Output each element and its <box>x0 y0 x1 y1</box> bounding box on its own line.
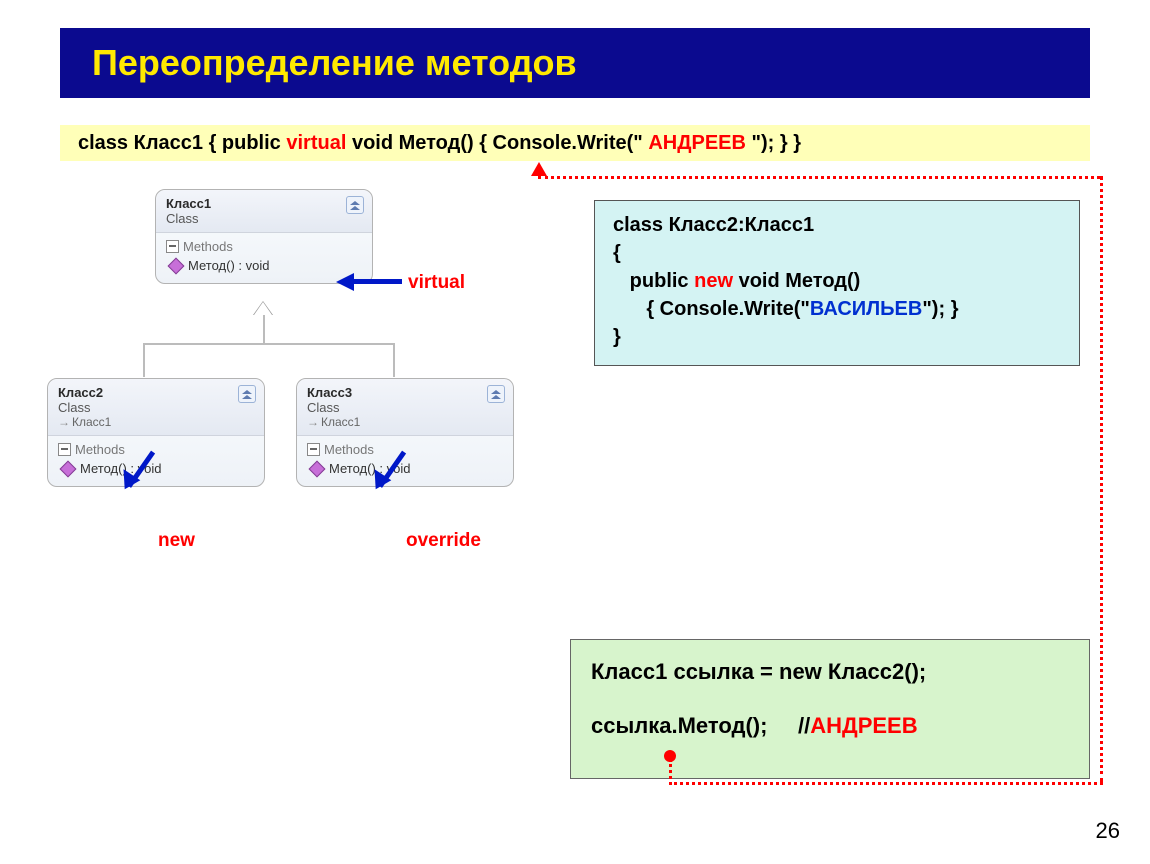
uml-header: Класс3 Class →Класс1 <box>297 379 513 436</box>
method-icon <box>60 461 77 478</box>
methods-label: Methods <box>324 442 374 457</box>
class-sublabel: Class <box>58 400 254 415</box>
literal-andreev: АНДРЕЕВ <box>648 132 746 154</box>
uml-line <box>263 315 265 343</box>
uml-line <box>143 343 395 345</box>
code-text: "); } } <box>752 132 801 154</box>
annot-virtual: virtual <box>408 272 465 294</box>
method-row: Метод() : void <box>307 457 503 476</box>
code-text: ссылка.Метод(); <box>591 713 767 738</box>
uml-class3: Класс3 Class →Класс1 Methods Метод() : v… <box>296 378 514 487</box>
top-code-line: class Класс1 { public virtual void Метод… <box>60 125 1090 161</box>
literal-vasilyev: ВАСИЛЬЕВ <box>810 298 922 320</box>
annot-override: override <box>406 530 481 552</box>
base-class: Класс1 <box>321 415 360 429</box>
code-text: { Console.Write(" <box>646 298 810 320</box>
red-connector <box>538 176 1100 179</box>
method-signature: Метод() : void <box>188 258 269 273</box>
slide-title: Переопределение методов <box>60 28 1090 84</box>
class-name: Класс2 <box>58 385 254 400</box>
uml-methods-section: Methods Метод() : void <box>297 436 513 486</box>
kw-new: new <box>694 270 733 292</box>
uml-line <box>143 343 145 377</box>
slide: Переопределение методов class Класс1 { p… <box>0 0 1150 864</box>
annot-new: new <box>158 530 195 552</box>
code-text: public <box>630 270 689 292</box>
kw-virtual: virtual <box>286 132 346 154</box>
red-endpoint <box>664 750 676 762</box>
code-text: void Метод() { Console.Write(" <box>352 132 643 154</box>
title-bar: Переопределение методов <box>60 28 1090 98</box>
class-sublabel: Class <box>166 211 362 226</box>
minus-icon[interactable] <box>58 443 71 456</box>
result-box: Класс1 ссылка = new Класс2(); ссылка.Мет… <box>570 639 1090 779</box>
method-icon <box>168 258 185 275</box>
code-text: class Класс2:Класс1 <box>613 214 814 236</box>
collapse-icon[interactable] <box>346 196 364 214</box>
output-value: АНДРЕЕВ <box>810 713 917 738</box>
methods-label: Methods <box>75 442 125 457</box>
red-arrowhead <box>531 162 547 176</box>
code-text: { <box>613 242 621 264</box>
uml-class2: Класс2 Class →Класс1 Methods Метод() : v… <box>47 378 265 487</box>
uml-header: Класс2 Class →Класс1 <box>48 379 264 436</box>
collapse-icon[interactable] <box>487 385 505 403</box>
red-connector <box>669 759 672 785</box>
uml-header: Класс1 Class <box>156 190 372 233</box>
uml-class1: Класс1 Class Methods Метод() : void <box>155 189 373 284</box>
minus-icon[interactable] <box>307 443 320 456</box>
base-class: Класс1 <box>72 415 111 429</box>
collapse-icon[interactable] <box>238 385 256 403</box>
comment-slashes: // <box>798 713 810 738</box>
method-icon <box>309 461 326 478</box>
methods-label: Methods <box>183 239 233 254</box>
code-text: } <box>613 326 621 348</box>
code-class2: class Класс2:Класс1 { public new void Ме… <box>594 200 1080 366</box>
class-sublabel: Class <box>307 400 503 415</box>
red-connector <box>1100 176 1103 782</box>
uml-methods-section: Methods Метод() : void <box>48 436 264 486</box>
red-connector <box>669 782 1103 785</box>
code-text: "); } <box>922 298 958 320</box>
code-text: class Класс1 { public <box>78 132 286 154</box>
page-number: 26 <box>1096 818 1120 844</box>
method-row: Метод() : void <box>58 457 254 476</box>
method-row: Метод() : void <box>166 254 362 273</box>
code-text: Класс1 ссылка = new Класс2(); <box>591 659 926 684</box>
class-name: Класс3 <box>307 385 503 400</box>
class-name: Класс1 <box>166 196 362 211</box>
minus-icon[interactable] <box>166 240 179 253</box>
code-text: void Метод() <box>739 270 861 292</box>
uml-line <box>393 343 395 377</box>
